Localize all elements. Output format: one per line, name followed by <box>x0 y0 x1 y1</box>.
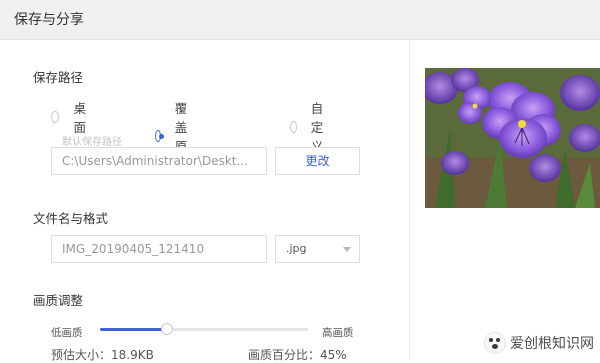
radio-desktop-label: 桌面 <box>73 101 86 135</box>
estimated-size: 预估大小：18.9KB <box>51 348 154 362</box>
watermark: 爱创根知识网 <box>484 332 594 354</box>
dialog-title-bar: 保存与分享 <box>0 0 600 40</box>
flower-photo-icon <box>425 68 600 208</box>
preview-image <box>425 68 600 208</box>
radio-desktop[interactable]: 桌面 <box>51 98 90 136</box>
default-path-hint: 默认保存路径 <box>62 137 122 148</box>
filename-field[interactable]: IMG_20190405_121410 <box>51 235 267 263</box>
radio-custom-circle[interactable] <box>290 120 297 133</box>
quality-heading: 画质调整 <box>33 293 84 308</box>
format-selected-value: .jpg <box>286 242 307 255</box>
paw-logo-icon <box>484 332 506 354</box>
watermark-text: 爱创根知识网 <box>510 336 594 352</box>
panel-divider <box>409 40 410 360</box>
low-quality-label: 低画质 <box>51 327 83 339</box>
chevron-down-icon[interactable] <box>343 247 351 252</box>
dialog-title: 保存与分享 <box>14 12 84 28</box>
high-quality-label: 高画质 <box>322 327 354 339</box>
filename-format-heading: 文件名与格式 <box>33 211 109 226</box>
quality-slider-fill <box>100 328 167 331</box>
quality-slider-handle[interactable] <box>160 323 173 335</box>
radio-overwrite-circle[interactable] <box>155 130 164 142</box>
format-dropdown[interactable]: .jpg <box>275 235 360 263</box>
radio-desktop-circle[interactable] <box>51 111 60 123</box>
save-path-heading: 保存路径 <box>33 70 84 85</box>
quality-percent: 画质百分比：45% <box>248 348 347 362</box>
change-path-button[interactable]: 更改 <box>275 147 360 175</box>
save-path-field[interactable]: C:\Users\Administrator\Deskt... <box>51 147 267 175</box>
quality-slider-track[interactable] <box>100 328 308 331</box>
